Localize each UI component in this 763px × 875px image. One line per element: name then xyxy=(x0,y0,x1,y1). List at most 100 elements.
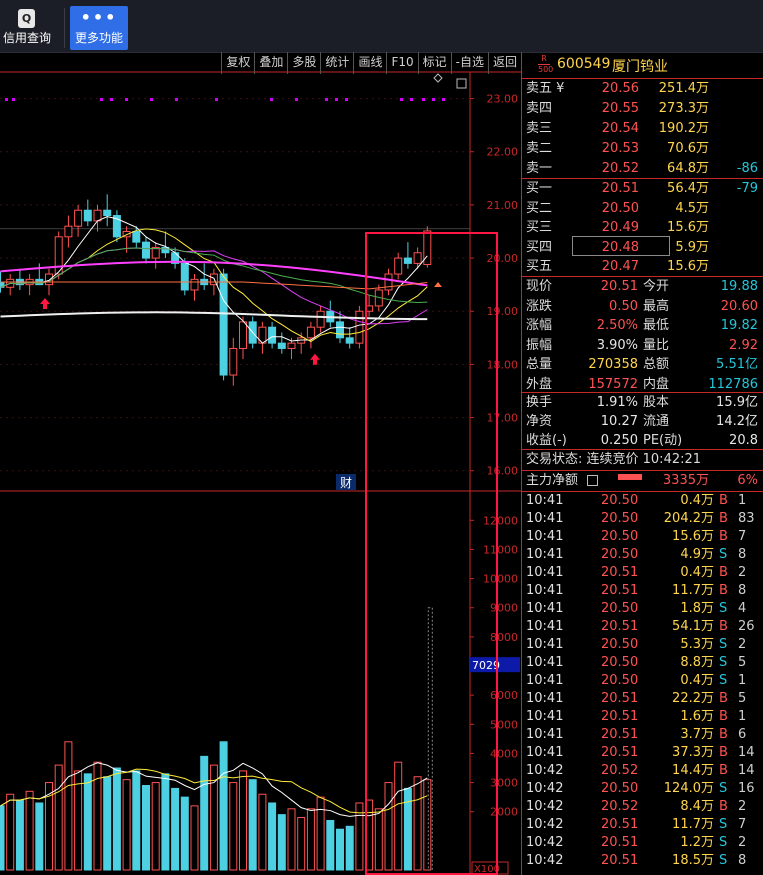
tick-count: 7 xyxy=(738,817,747,832)
fundamental-label: 收益(-) xyxy=(526,433,567,448)
tick-row[interactable]: 10:42 20.52 8.4万 B 2 xyxy=(522,798,763,816)
chart-tool-5[interactable]: F10 xyxy=(386,52,417,74)
stock-code[interactable]: 600549 xyxy=(557,56,610,72)
tick-volume: 11.7万 xyxy=(672,817,714,832)
tick-row[interactable]: 10:42 20.51 11.7万 S 7 xyxy=(522,816,763,834)
tick-volume: 0.4万 xyxy=(680,565,714,580)
margin-badge: R 500 xyxy=(538,54,553,75)
chart-tool-6[interactable]: 标记 xyxy=(417,52,451,74)
bid-3-label: 买三 xyxy=(526,220,553,235)
tick-row[interactable]: 10:41 20.50 0.4万 S 1 xyxy=(522,672,763,690)
quote-value: 19.82 xyxy=(720,318,758,333)
stock-name[interactable]: 厦门钨业 xyxy=(612,56,668,76)
volume-bar xyxy=(268,802,277,871)
tick-price: 20.51 xyxy=(601,583,639,598)
tick-row[interactable]: 10:41 20.50 5.3万 S 2 xyxy=(522,636,763,654)
main-fund-row[interactable]: 主力净额 3335万 6% xyxy=(522,471,763,490)
volume-axis-label: 12000 xyxy=(483,514,518,527)
signal-dot xyxy=(295,98,298,101)
tick-row[interactable]: 10:41 20.51 11.7万 B 8 xyxy=(522,582,763,600)
main-fund-pct: 6% xyxy=(737,473,758,488)
window-toggle-icon[interactable] xyxy=(456,78,467,89)
bid-1-row[interactable]: 买一 20.51 56.4万 -79 xyxy=(522,179,763,198)
candle xyxy=(83,209,92,222)
credit-query-button[interactable]: Q 信用查询 xyxy=(0,6,54,50)
tick-side: B xyxy=(719,529,728,544)
tick-side: S xyxy=(719,637,728,652)
ask-4-volume: 70.6万 xyxy=(667,141,709,156)
tick-row[interactable]: 10:41 20.51 3.7万 B 6 xyxy=(522,726,763,744)
tick-volume: 1.6万 xyxy=(680,709,714,724)
quote-row: 涨跌 0.50 最高 20.60 xyxy=(522,297,763,316)
tick-row[interactable]: 10:42 20.52 14.4万 B 14 xyxy=(522,762,763,780)
ledger-icon[interactable] xyxy=(587,475,598,486)
tick-row[interactable]: 10:42 20.50 124.0万 S 16 xyxy=(522,780,763,798)
ask-2-row[interactable]: 卖四 20.55 273.3万 xyxy=(522,99,763,118)
ask-3-row[interactable]: 卖三 20.54 190.2万 xyxy=(522,119,763,138)
chart-tool-1[interactable]: 叠加 xyxy=(254,52,287,74)
tick-volume: 1.2万 xyxy=(680,835,714,850)
bid-3-volume: 15.6万 xyxy=(667,220,709,235)
tick-volume: 8.4万 xyxy=(680,799,714,814)
tick-row[interactable]: 10:41 20.51 54.1万 B 26 xyxy=(522,618,763,636)
ask-1-row[interactable]: 卖五 ¥ 20.56 251.4万 xyxy=(522,79,763,98)
candle xyxy=(355,310,364,344)
signal-dot xyxy=(270,98,273,101)
tick-time: 10:42 xyxy=(526,781,564,796)
tick-side: B xyxy=(719,619,728,634)
kline-chart-area[interactable]: 23.00 22.00 21.00 20.00 19.00 18.00 17.00 16.00… xyxy=(0,52,521,875)
tick-row[interactable]: 10:41 20.50 1.8万 S 4 xyxy=(522,600,763,618)
tick-row[interactable]: 10:41 20.50 0.4万 B 1 xyxy=(522,492,763,510)
tick-side: B xyxy=(719,583,728,598)
tick-row[interactable]: 10:41 20.50 4.9万 S 8 xyxy=(522,546,763,564)
tick-time: 10:41 xyxy=(526,637,564,652)
chart-tool-8[interactable]: 返回 xyxy=(487,52,521,74)
tick-price: 20.50 xyxy=(601,511,639,526)
candle xyxy=(45,273,53,286)
ask-5-price: 20.52 xyxy=(601,161,639,176)
ask-5-row[interactable]: 卖一 20.52 64.8万 -86 xyxy=(522,159,763,178)
price-axis-label: 16.00 xyxy=(487,465,519,478)
tick-time: 10:41 xyxy=(526,511,564,526)
tick-time: 10:42 xyxy=(526,817,564,832)
tick-side: B xyxy=(719,799,728,814)
volume-bar xyxy=(151,782,160,871)
signal-dot xyxy=(215,98,218,101)
tick-row[interactable]: 10:41 20.50 8.8万 S 5 xyxy=(522,654,763,672)
tick-count: 8 xyxy=(738,583,747,598)
bid-5-row[interactable]: 买五 20.47 15.6万 xyxy=(522,257,763,276)
volume-axis-label: 8000 xyxy=(490,631,518,644)
bid-2-label: 买二 xyxy=(526,200,553,216)
tick-row[interactable]: 10:41 20.51 37.3万 B 14 xyxy=(522,744,763,762)
tick-row[interactable]: 10:41 20.51 1.6万 B 1 xyxy=(522,708,763,726)
ask-4-row[interactable]: 卖二 20.53 70.6万 xyxy=(522,139,763,158)
ask-2-label: 卖四 xyxy=(526,101,553,116)
chart-tool-2[interactable]: 多股 xyxy=(287,52,320,74)
tick-price: 20.50 xyxy=(601,781,639,796)
tick-side: B xyxy=(719,565,728,580)
tick-count: 1 xyxy=(738,709,747,724)
tick-row[interactable]: 10:41 20.50 15.6万 B 7 xyxy=(522,528,763,546)
chart-tool-3[interactable]: 统计 xyxy=(320,52,353,74)
volume-axis-label: 2000 xyxy=(490,806,518,819)
bid-2-row[interactable]: 买二 20.50 4.5万 xyxy=(522,199,763,218)
tick-row[interactable]: 10:42 20.51 1.2万 S 2 xyxy=(522,834,763,852)
tick-row[interactable]: 10:41 20.51 22.2万 B 5 xyxy=(522,690,763,708)
chart-tool-7[interactable]: -自选 xyxy=(450,52,488,74)
quote-label: 量比 xyxy=(643,337,670,353)
tick-price: 20.51 xyxy=(601,817,639,832)
bid-3-row[interactable]: 买三 20.49 15.6万 xyxy=(522,218,763,237)
kline-chart[interactable]: 23.00 22.00 21.00 20.00 19.00 18.00 17.00 16.00… xyxy=(0,52,521,875)
tick-row[interactable]: 10:42 20.51 18.5万 S 8 xyxy=(522,852,763,870)
price-axis-label: 20.00 xyxy=(487,252,519,265)
candle xyxy=(142,241,150,259)
more-functions-button[interactable]: ••• 更多功能 xyxy=(70,6,128,50)
tick-row[interactable]: 10:41 20.50 204.2万 B 83 xyxy=(522,510,763,528)
price-axis-label: 18.00 xyxy=(487,358,519,371)
fundamental-label: 换手 xyxy=(526,395,553,410)
tick-count: 5 xyxy=(738,691,747,706)
tick-row[interactable]: 10:41 20.51 0.4万 B 2 xyxy=(522,564,763,582)
chart-tool-0[interactable]: 复权 xyxy=(221,52,254,74)
buy-signal-arrow-icon xyxy=(40,297,50,309)
chart-tool-4[interactable]: 画线 xyxy=(353,52,386,74)
